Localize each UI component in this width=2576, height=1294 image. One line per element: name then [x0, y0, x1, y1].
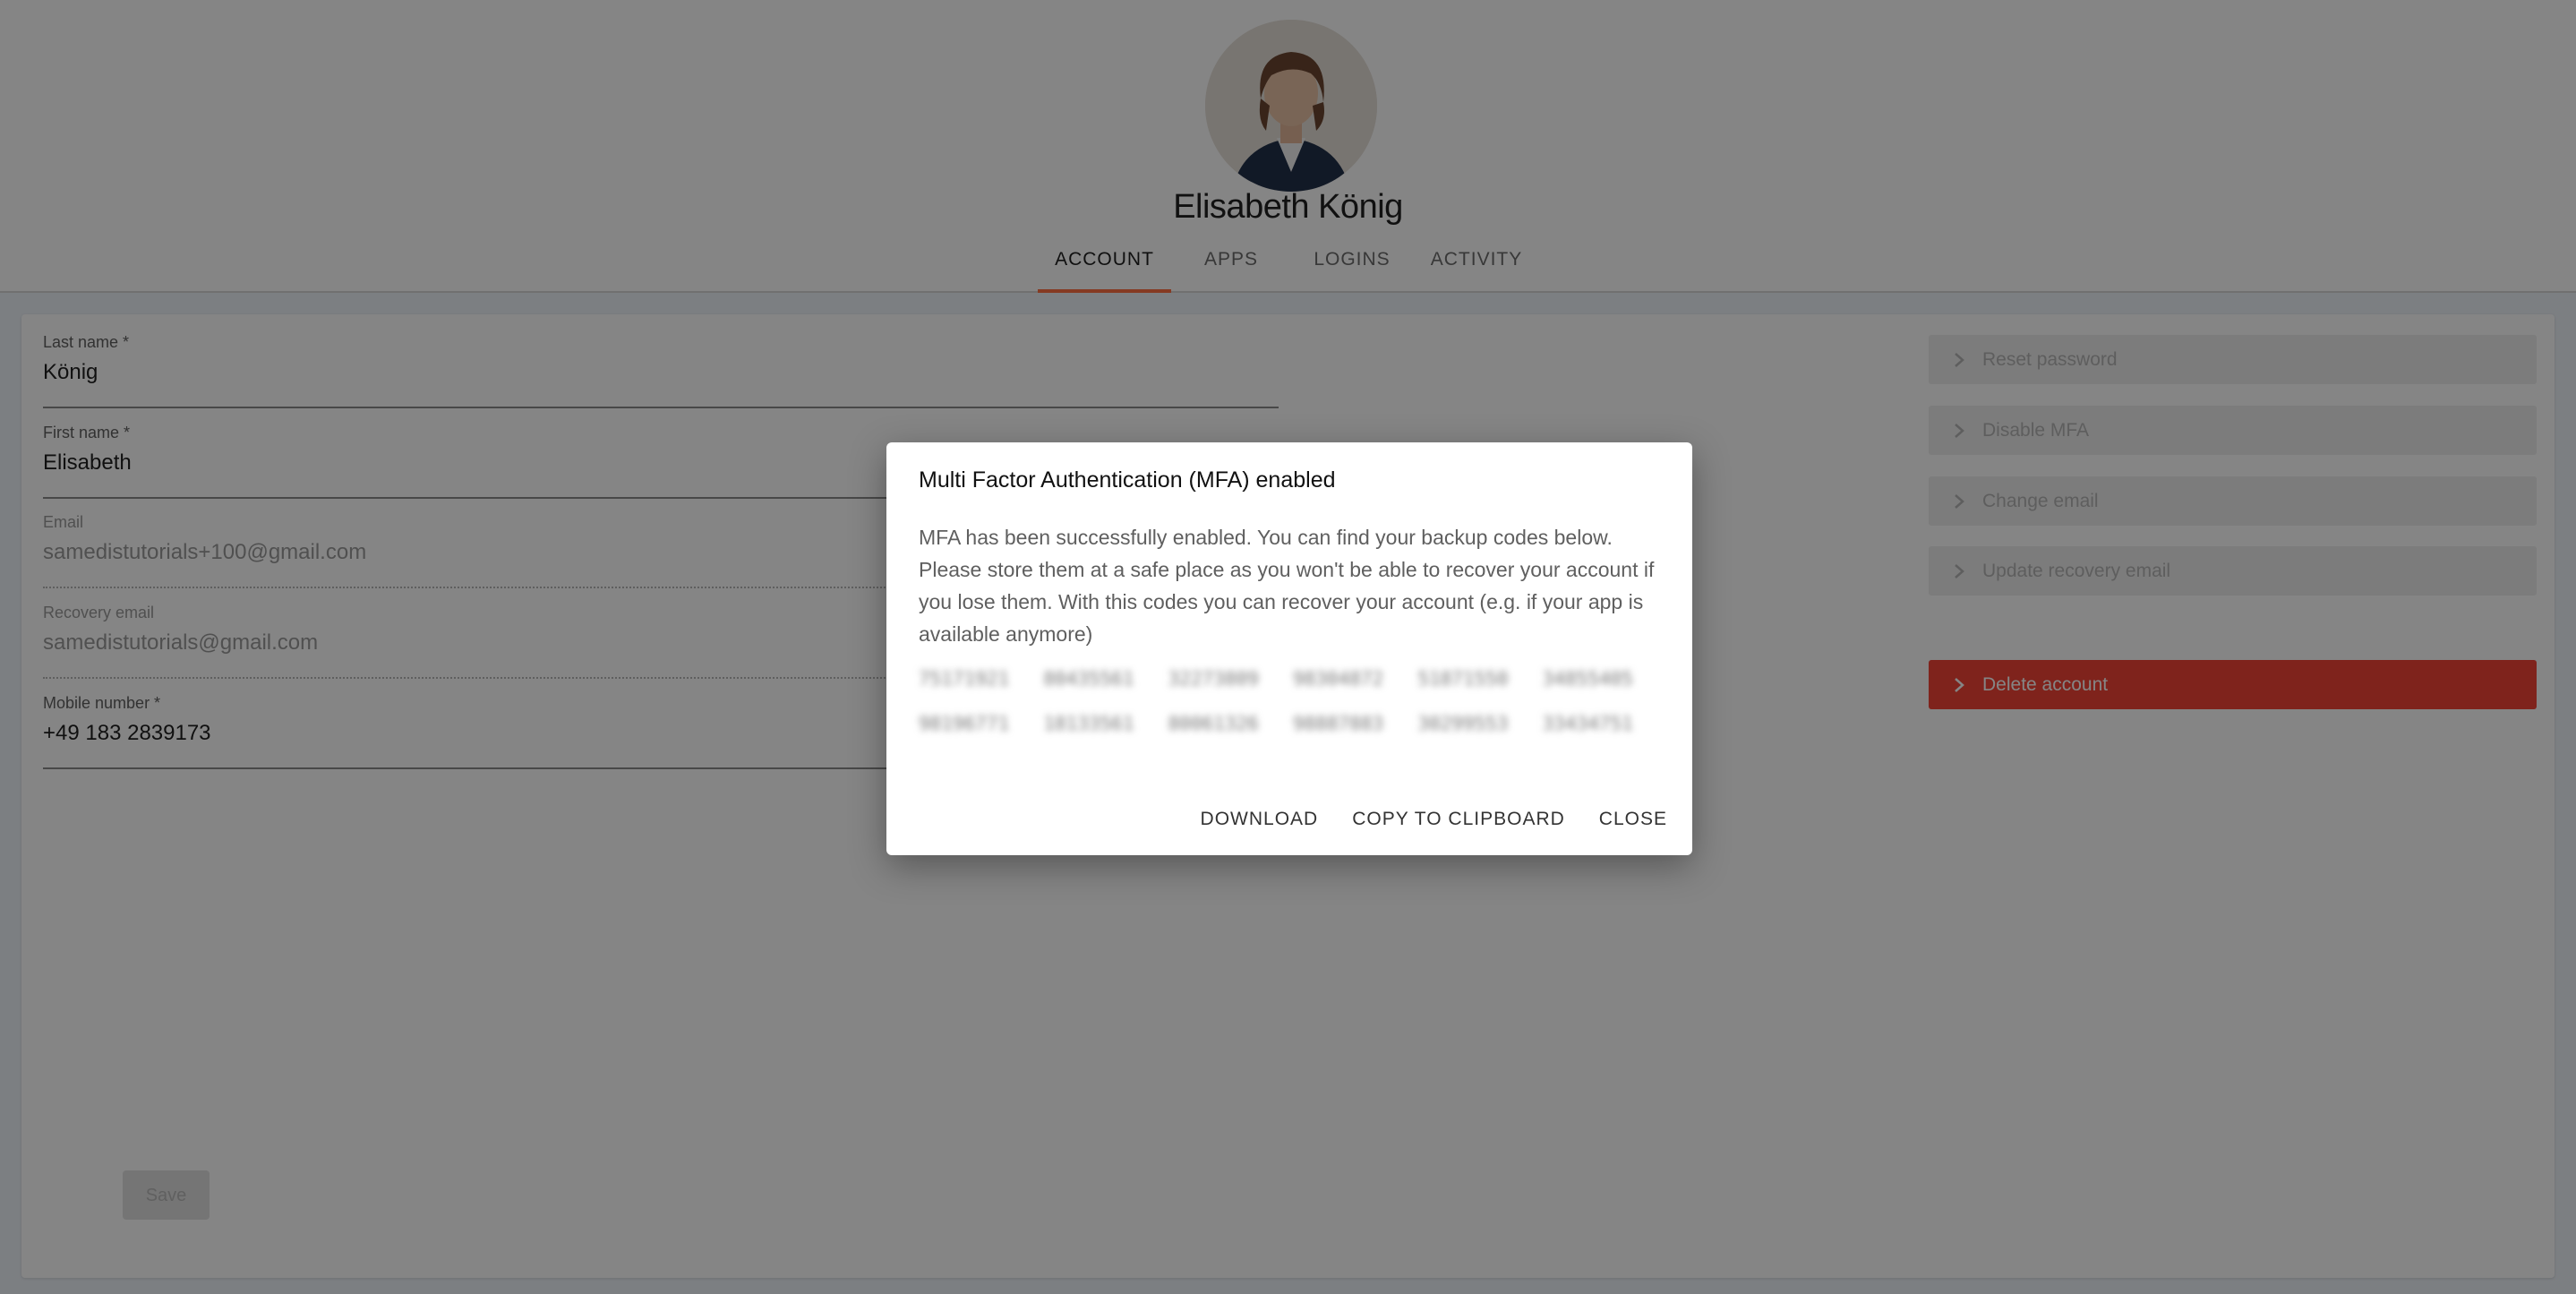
backup-codes: 75171921 80435561 32273809 98304872 5187…: [919, 668, 1667, 734]
backup-code: 51871550: [1417, 668, 1509, 690]
mfa-enabled-dialog: Multi Factor Authentication (MFA) enable…: [886, 442, 1692, 855]
copy-to-clipboard-button[interactable]: COPY TO CLIPBOARD: [1352, 809, 1565, 830]
backup-code: 30299553: [1417, 713, 1509, 734]
backup-code: 98304872: [1292, 668, 1384, 690]
dialog-message: MFA has been successfully enabled. You c…: [919, 526, 1655, 646]
download-button[interactable]: DOWNLOAD: [1201, 809, 1319, 830]
dialog-actions: DOWNLOAD COPY TO CLIPBOARD CLOSE: [1201, 809, 1667, 830]
backup-code: 75171921: [919, 668, 1010, 690]
backup-code: 98887883: [1292, 713, 1384, 734]
backup-code: 18133561: [1043, 713, 1134, 734]
dialog-title: Multi Factor Authentication (MFA) enable…: [919, 467, 1336, 493]
backup-code: 32273809: [1168, 668, 1259, 690]
backup-code: 80435561: [1043, 668, 1134, 690]
close-button[interactable]: CLOSE: [1599, 809, 1667, 830]
backup-code: 80061326: [1168, 713, 1259, 734]
backup-code: 34855405: [1542, 668, 1633, 690]
backup-code: 98196771: [919, 713, 1010, 734]
backup-code: 33434751: [1542, 713, 1633, 734]
